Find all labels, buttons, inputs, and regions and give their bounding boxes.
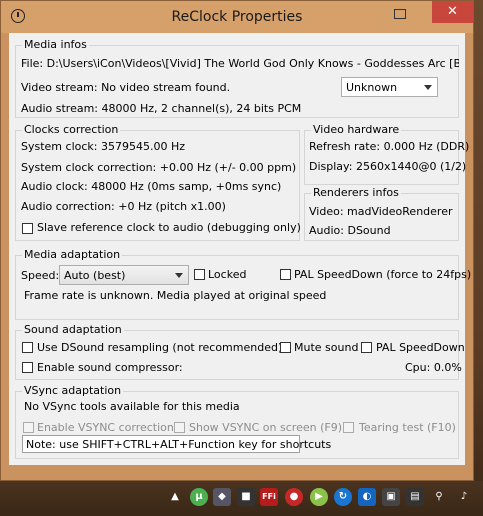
renderers-infos-title: Renderers infos xyxy=(311,186,401,199)
tearing-test-label: Tearing test (F10) xyxy=(359,421,456,434)
sound-compressor-label: Enable sound compressor: xyxy=(37,361,183,374)
speed-label: Speed: xyxy=(21,269,60,282)
audio-clock-text: Audio clock: 48000 Hz (0ms samp, +0ms sy… xyxy=(21,180,282,193)
slave-reference-checkbox[interactable] xyxy=(22,223,33,234)
app2-icon[interactable]: ◐ xyxy=(358,488,376,506)
pal-speeddown-label: PAL SpeedDown xyxy=(376,341,465,354)
shortcut-note-text: Note: use SHIFT+CTRL+ALT+Function key fo… xyxy=(26,438,332,451)
ffdshow-icon[interactable]: FFi xyxy=(260,488,278,506)
sound-adaptation-title: Sound adaptation xyxy=(22,323,124,336)
volume-icon[interactable]: ♪ xyxy=(455,488,473,506)
speed-value: Auto (best) xyxy=(64,269,126,282)
app4-icon[interactable]: ▤ xyxy=(406,488,424,506)
audio-stream-text: Audio stream: 48000 Hz, 2 channel(s), 24… xyxy=(21,102,302,115)
pal-speeddown-force-checkbox[interactable] xyxy=(280,269,291,280)
tearing-test-checkbox[interactable] xyxy=(343,422,354,433)
enable-vsync-label: Enable VSYNC correction xyxy=(37,421,174,434)
video-renderer-text: Video: madVideoRenderer xyxy=(309,205,453,218)
media-icon[interactable]: ◆ xyxy=(213,488,231,506)
dialog-client-area: Media infos File: D:\Users\iCon\Videos\[… xyxy=(9,33,471,465)
reclock-properties-window: ReClock Properties ✕ Media infos File: D… xyxy=(0,0,474,481)
mute-sound-checkbox[interactable] xyxy=(280,342,291,353)
sound-compressor-checkbox[interactable] xyxy=(22,362,33,373)
slave-reference-label: Slave reference clock to audio (debuggin… xyxy=(37,221,301,234)
chevron-down-icon xyxy=(424,85,432,90)
media-infos-title: Media infos xyxy=(22,38,89,51)
dsound-resampling-label: Use DSound resampling (not recommended) xyxy=(37,341,283,354)
media-adaptation-title: Media adaptation xyxy=(22,248,123,261)
system-clock-text: System clock: 3579545.00 Hz xyxy=(21,140,185,153)
pin-icon[interactable] xyxy=(394,9,406,19)
speed-select[interactable]: Auto (best) xyxy=(59,265,189,285)
mute-sound-label: Mute sound xyxy=(294,341,359,354)
system-clock-correction-text: System clock correction: +0.00 Hz (+/- 0… xyxy=(21,161,297,174)
video-hardware-group: Video hardware xyxy=(304,123,459,185)
refresh-rate-text: Refresh rate: 0.000 Hz (DDR) xyxy=(309,140,470,153)
utorrent-icon[interactable]: µ xyxy=(190,488,208,506)
stream-type-value: Unknown xyxy=(346,81,398,94)
clocks-correction-title: Clocks correction xyxy=(22,123,121,136)
app3-icon[interactable]: ▣ xyxy=(382,488,400,506)
file-path-text: File: D:\Users\iCon\Videos\[Vivid] The W… xyxy=(21,57,459,70)
dsound-resampling-checkbox[interactable] xyxy=(22,342,33,353)
enable-vsync-checkbox[interactable] xyxy=(23,422,34,433)
show-vsync-checkbox[interactable] xyxy=(174,422,185,433)
video-hardware-title: Video hardware xyxy=(311,123,402,136)
video-stream-text: Video stream: No video stream found. xyxy=(21,81,231,94)
player-icon[interactable]: ▶ xyxy=(310,488,328,506)
network-icon[interactable]: ⚲ xyxy=(430,488,448,506)
cpu-usage-text: Cpu: 0.0% xyxy=(405,361,462,374)
close-button[interactable]: ✕ xyxy=(432,1,473,23)
alarm-icon[interactable]: ● xyxy=(285,488,303,506)
locked-label: Locked xyxy=(208,268,247,281)
audio-correction-text: Audio correction: +0 Hz (pitch x1.00) xyxy=(21,200,226,213)
chevron-down-icon xyxy=(175,273,183,278)
pal-speeddown-checkbox[interactable] xyxy=(361,342,372,353)
title-bar[interactable]: ReClock Properties ✕ xyxy=(1,1,473,33)
stream-type-select[interactable]: Unknown xyxy=(341,77,438,97)
refresh-icon[interactable]: ↻ xyxy=(334,488,352,506)
show-vsync-label: Show VSYNC on screen (F9) xyxy=(189,421,342,434)
vsync-adaptation-title: VSync adaptation xyxy=(22,384,124,397)
locked-checkbox[interactable] xyxy=(194,269,205,280)
vsync-status-text: No VSync tools available for this media xyxy=(24,400,240,413)
app-icon[interactable]: ■ xyxy=(237,488,255,506)
shortcut-note-box: Note: use SHIFT+CTRL+ALT+Function key fo… xyxy=(22,435,331,453)
pal-speeddown-force-label: PAL SpeedDown (force to 24fps) xyxy=(294,268,472,281)
up-arrow-icon[interactable]: ▲ xyxy=(166,488,184,506)
audio-renderer-text: Audio: DSound xyxy=(309,224,391,237)
frame-rate-status-text: Frame rate is unknown. Media played at o… xyxy=(24,289,327,302)
display-text: Display: 2560x1440@0 (1/2) xyxy=(309,160,467,173)
